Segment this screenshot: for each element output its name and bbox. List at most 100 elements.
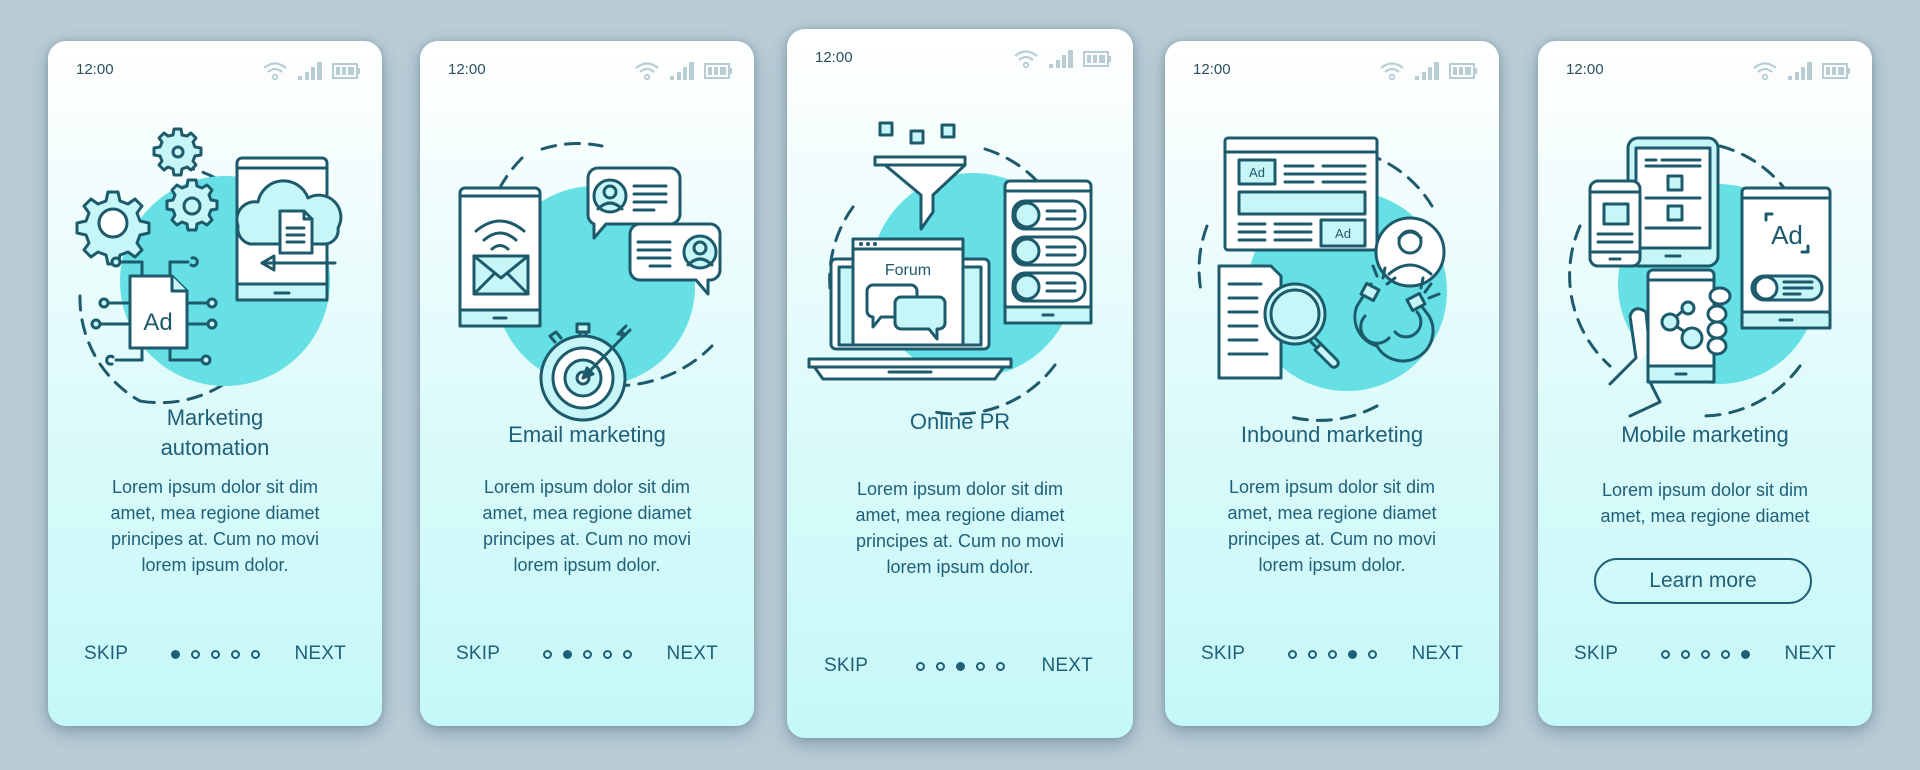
- description-line: Lorem ipsum dolor sit dim: [111, 477, 319, 497]
- battery-icon: [1449, 61, 1479, 81]
- battery-icon: [332, 61, 362, 81]
- signal-icon: [1414, 61, 1440, 81]
- wifi-icon: [1013, 49, 1039, 69]
- wifi-icon: [1752, 61, 1778, 81]
- status-bar: 12:00: [815, 49, 1113, 69]
- status-bar: 12:00: [1193, 61, 1479, 81]
- description-line: principes at. Cum no movi: [855, 531, 1065, 551]
- page-dot[interactable]: [542, 650, 552, 659]
- onboarding-screen-online-pr: 12:00 Forum Online PR Lorem ipsum dolor …: [787, 29, 1133, 738]
- description-line: amet, mea regione diamet: [482, 503, 692, 523]
- screen-title: Marketing automation: [48, 403, 382, 463]
- page-dot[interactable]: [915, 662, 925, 671]
- webpage-ads-icon: [1223, 136, 1379, 252]
- page-dot[interactable]: [190, 650, 200, 659]
- page-dot[interactable]: [1287, 650, 1297, 659]
- screen-description: Lorem ipsum dolor sit dim amet, mea regi…: [420, 474, 754, 578]
- screen-description: Lorem ipsum dolor sit dim amet, mea regi…: [1165, 474, 1499, 578]
- tablet-profiles-icon: [1003, 179, 1093, 325]
- description-line: lorem ipsum dolor.: [886, 557, 1034, 577]
- wifi-icon: [262, 61, 288, 81]
- screen-title: Email marketing: [508, 422, 666, 447]
- page-dot-active[interactable]: [170, 650, 180, 659]
- ad-label: Ad: [1771, 220, 1803, 250]
- marketing-automation-illustration: Ad: [75, 127, 343, 405]
- description-line: Lorem ipsum dolor sit dim: [856, 479, 1064, 499]
- page-dot[interactable]: [230, 650, 240, 659]
- next-button[interactable]: NEXT: [295, 643, 346, 665]
- next-button[interactable]: NEXT: [1042, 655, 1093, 677]
- page-dot[interactable]: [250, 650, 260, 659]
- ad-label: Ad: [143, 309, 172, 336]
- battery-icon: [704, 61, 734, 81]
- inbound-marketing-illustration: Ad Ad: [1197, 136, 1447, 422]
- page-dot[interactable]: [582, 650, 592, 659]
- screen-title: Mobile marketing: [1621, 422, 1789, 447]
- page-dot[interactable]: [602, 650, 612, 659]
- signal-icon: [1787, 61, 1813, 81]
- status-bar: 12:00: [76, 61, 362, 81]
- description-line: lorem ipsum dolor.: [513, 555, 661, 575]
- learn-more-button[interactable]: Learn more: [1594, 558, 1812, 604]
- next-button[interactable]: NEXT: [1785, 643, 1836, 665]
- description-line: principes at. Cum no movi: [110, 529, 320, 549]
- phone-layout-icon: [1588, 179, 1642, 268]
- page-dot[interactable]: [995, 662, 1005, 671]
- title-line: automation: [160, 435, 270, 460]
- page-dot-active[interactable]: [1740, 650, 1750, 659]
- email-marketing-illustration: [458, 142, 722, 422]
- tablet-ad-icon: [1740, 186, 1832, 330]
- description-line: amet, mea regione diamet: [110, 503, 320, 523]
- signal-icon: [1048, 49, 1074, 69]
- next-button[interactable]: NEXT: [667, 643, 718, 665]
- online-pr-illustration: Forum: [807, 121, 1093, 416]
- forum-label: Forum: [885, 262, 931, 279]
- screen-description: Lorem ipsum dolor sit dim amet, mea regi…: [1538, 477, 1872, 529]
- onboarding-screen-marketing-automation: 12:00 Ad Marketing automation Lorem ipsu…: [48, 41, 382, 726]
- mobile-marketing-illustration: Ad: [1568, 136, 1832, 418]
- page-dot[interactable]: [1680, 650, 1690, 659]
- description-line: Lorem ipsum dolor sit dim: [1228, 477, 1436, 497]
- page-dot-active[interactable]: [562, 650, 572, 659]
- status-time: 12:00: [815, 49, 853, 66]
- page-dot[interactable]: [622, 650, 632, 659]
- status-time: 12:00: [76, 61, 114, 78]
- screen-description: Lorem ipsum dolor sit dim amet, mea regi…: [48, 474, 382, 578]
- onboarding-nav: SKIP NEXT: [787, 653, 1133, 683]
- page-dot[interactable]: [1367, 650, 1377, 659]
- page-dot[interactable]: [1700, 650, 1710, 659]
- status-bar: 12:00: [1566, 61, 1852, 81]
- page-dot[interactable]: [1307, 650, 1317, 659]
- description-line: lorem ipsum dolor.: [141, 555, 289, 575]
- battery-icon: [1083, 49, 1113, 69]
- page-dot[interactable]: [210, 650, 220, 659]
- screen-title: Online PR: [909, 409, 1011, 434]
- page-dot[interactable]: [1720, 650, 1730, 659]
- ad-label: Ad: [1335, 226, 1351, 241]
- page-dot-active[interactable]: [955, 662, 965, 671]
- smartphone-email-icon: [458, 186, 542, 328]
- onboarding-nav: SKIP NEXT: [48, 641, 382, 671]
- description-line: principes at. Cum no movi: [1227, 529, 1437, 549]
- page-dot[interactable]: [975, 662, 985, 671]
- page-dot[interactable]: [935, 662, 945, 671]
- onboarding-screen-mobile-marketing: 12:00 Ad Mobile marketing Lorem ipsum do…: [1538, 41, 1872, 726]
- status-time: 12:00: [1193, 61, 1231, 78]
- onboarding-screen-email-marketing: 12:00 Email marketing Lorem ipsum dolor …: [420, 41, 754, 726]
- status-bar: 12:00: [448, 61, 734, 81]
- screen-description: Lorem ipsum dolor sit dim amet, mea regi…: [787, 476, 1133, 580]
- wifi-icon: [634, 61, 660, 81]
- laptop-forum-icon: [807, 237, 1013, 381]
- screen-title: Inbound marketing: [1240, 422, 1424, 447]
- page-dot[interactable]: [1660, 650, 1670, 659]
- battery-icon: [1822, 61, 1852, 81]
- description-line: amet, mea regione diamet: [1227, 503, 1437, 523]
- signal-icon: [297, 61, 323, 81]
- page-dot-active[interactable]: [1347, 650, 1357, 659]
- next-button[interactable]: NEXT: [1412, 643, 1463, 665]
- page-dot[interactable]: [1327, 650, 1337, 659]
- description-line: amet, mea regione diamet: [855, 505, 1065, 525]
- title-line: Marketing: [166, 405, 264, 430]
- description-line: lorem ipsum dolor.: [1258, 555, 1406, 575]
- onboarding-nav: SKIP NEXT: [1165, 641, 1499, 671]
